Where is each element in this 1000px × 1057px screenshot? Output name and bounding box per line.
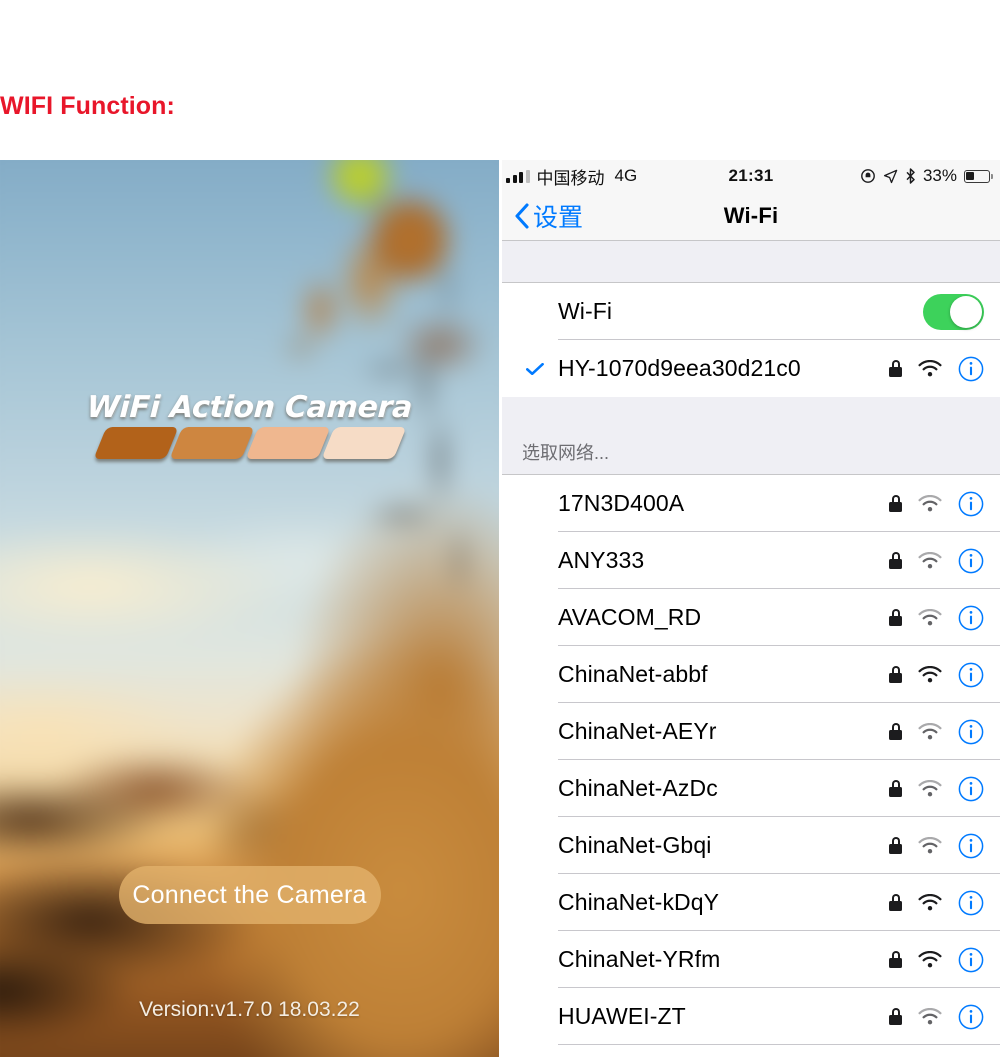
back-button-label: 设置 [533, 204, 584, 232]
logo-tile-4 [321, 427, 406, 459]
wifi-signal-icon [918, 894, 942, 911]
back-to-settings-button[interactable]: 设置 [514, 198, 583, 234]
network-ssid: ChinaNet-YRfm [558, 946, 721, 972]
wifi-signal-icon [918, 723, 942, 740]
lock-icon [889, 360, 902, 377]
choose-network-section-header: 选取网络... [502, 397, 1000, 475]
info-icon[interactable] [958, 719, 984, 745]
info-icon[interactable] [958, 662, 984, 688]
app-version-label: Version:v1.7.0 18.03.22 [139, 998, 360, 1021]
lock-icon [889, 666, 902, 683]
network-row[interactable]: ChinaNet-Gbqi [502, 817, 1000, 874]
wifi-signal-icon [918, 552, 942, 569]
app-logo-tiles [0, 427, 499, 459]
info-icon[interactable] [958, 491, 984, 517]
wifi-signal-icon [918, 1008, 942, 1025]
connected-network-row[interactable]: HY-1070d9eea30d21c0 [502, 340, 1000, 397]
ios-wifi-settings-panel: 中国移动 4G 21:31 33% 设置 Wi-Fi Wi-Fi HY-1070… [502, 160, 1000, 1057]
network-ssid: HUAWEI-ZT [558, 1003, 686, 1029]
checkmark-icon [526, 362, 544, 375]
network-row[interactable]: HUAWEI-ZT [502, 988, 1000, 1045]
connect-the-camera-button[interactable]: Connect the Camera [118, 866, 381, 924]
lock-icon [889, 894, 902, 911]
lock-icon [889, 723, 902, 740]
app-logo: WiFi Action Camera [0, 390, 499, 459]
logo-tile-2 [169, 427, 254, 459]
network-row[interactable]: ChinaNet-YRfm [502, 931, 1000, 988]
lock-icon [889, 951, 902, 968]
status-bar: 中国移动 4G 21:31 33% [502, 160, 1000, 192]
wifi-signal-icon [918, 837, 942, 854]
network-row[interactable]: ChinaNet-abbf [502, 646, 1000, 703]
wifi-signal-icon [918, 609, 942, 626]
network-row[interactable]: ChinaNet-AEYr [502, 703, 1000, 760]
info-icon[interactable] [958, 890, 984, 916]
info-icon[interactable] [958, 947, 984, 973]
wifi-signal-icon [918, 360, 942, 377]
wifi-toggle-row[interactable]: Wi-Fi [502, 283, 1000, 340]
wifi-signal-icon [918, 780, 942, 797]
info-icon[interactable] [958, 548, 984, 574]
status-bar-clock: 21:31 [728, 166, 774, 185]
network-ssid: ChinaNet-kDqY [558, 889, 720, 915]
connected-network-ssid: HY-1070d9eea30d21c0 [558, 355, 801, 381]
screenshot-panels: WiFi Action Camera Connect the Camera Ve… [0, 160, 1000, 1057]
info-icon[interactable] [958, 356, 984, 382]
network-row[interactable]: ANY333 [502, 532, 1000, 589]
info-icon[interactable] [958, 776, 984, 802]
app-logo-text: WiFi Action Camera [85, 390, 414, 425]
network-row[interactable]: AVACOM_RD [502, 589, 1000, 646]
network-ssid: ChinaNet-AEYr [558, 718, 717, 744]
app-splash-panel: WiFi Action Camera Connect the Camera Ve… [0, 160, 499, 1057]
network-row[interactable]: ChinaNet-AzDc [502, 760, 1000, 817]
battery-icon [964, 169, 994, 183]
network-row[interactable]: 17N3D400A [502, 475, 1000, 532]
wifi-toggle-label: Wi-Fi [558, 298, 613, 324]
network-ssid: ChinaNet-Gbqi [558, 832, 712, 858]
info-icon[interactable] [958, 833, 984, 859]
page-title: WIFI Function: [0, 92, 175, 120]
section-gap [502, 241, 1000, 283]
network-ssid: 17N3D400A [558, 490, 685, 516]
lock-icon [889, 495, 902, 512]
logo-tile-1 [93, 427, 178, 459]
lock-icon [889, 609, 902, 626]
lock-icon [889, 837, 902, 854]
network-ssid: ChinaNet-AzDc [558, 775, 718, 801]
network-ssid: ANY333 [558, 547, 645, 573]
lock-icon [889, 552, 902, 569]
lock-icon [889, 780, 902, 797]
lock-icon [889, 1008, 902, 1025]
info-icon[interactable] [958, 1004, 984, 1030]
network-row[interactable]: ChinaNet-kDqY [502, 874, 1000, 931]
wifi-signal-icon [918, 495, 942, 512]
wifi-signal-icon [918, 666, 942, 683]
wifi-signal-icon [918, 951, 942, 968]
network-ssid: ChinaNet-abbf [558, 661, 708, 687]
chevron-left-icon [515, 203, 529, 229]
logo-tile-3 [245, 427, 330, 459]
network-list: 17N3D400A ANY333 AVACOM_RD ChinaNet-abbf Chi… [502, 475, 1000, 1045]
wifi-toggle-switch[interactable] [923, 293, 984, 330]
network-ssid: AVACOM_RD [558, 604, 702, 630]
heading-area: WIFI Function: [0, 0, 1000, 160]
navigation-bar: 设置 Wi-Fi [502, 192, 1000, 241]
info-icon[interactable] [958, 605, 984, 631]
